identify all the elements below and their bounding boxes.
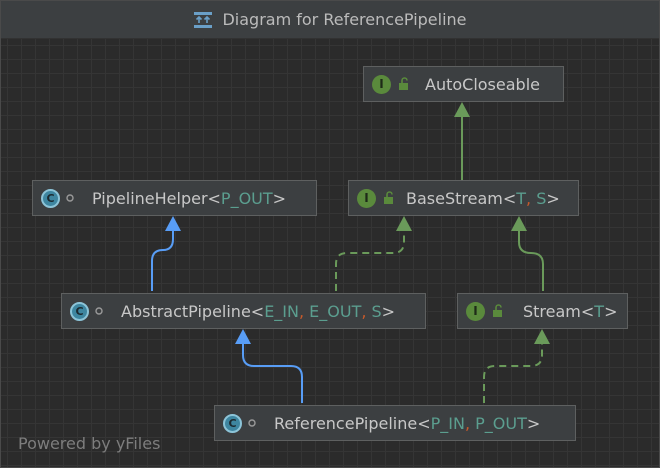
arrowhead-autocloseable bbox=[454, 102, 470, 117]
diagram-icon bbox=[194, 11, 213, 28]
edge-referencepipeline-abstractpipeline bbox=[242, 342, 303, 403]
window-title: Diagram for ReferencePipeline bbox=[222, 10, 467, 29]
edge-abstractpipeline-pipelinehelper bbox=[151, 229, 174, 291]
arrowhead-basestream-right bbox=[511, 216, 527, 231]
node-name: PipelineHelper<P_OUT> bbox=[92, 188, 287, 208]
diagram-canvas[interactable]: I AutoCloseable I BaseStream<T, S> C Pip… bbox=[1, 39, 659, 467]
node-referencepipeline[interactable]: C ReferencePipeline<P_IN, P_OUT> bbox=[214, 405, 576, 441]
package-private-icon bbox=[248, 419, 256, 427]
title-bar: Diagram for ReferencePipeline bbox=[1, 1, 659, 39]
public-unlock-icon bbox=[493, 304, 502, 317]
node-stream[interactable]: I Stream<T> bbox=[457, 293, 628, 329]
node-name: AbstractPipeline<E_IN, E_OUT, S> bbox=[121, 301, 396, 321]
node-basestream[interactable]: I BaseStream<T, S> bbox=[348, 180, 579, 216]
edge-abstractpipeline-basestream bbox=[335, 229, 405, 291]
node-name: BaseStream<T, S> bbox=[406, 188, 560, 208]
arrowhead-basestream-left bbox=[396, 216, 412, 231]
arrowhead-stream bbox=[534, 329, 550, 344]
package-private-icon bbox=[95, 307, 103, 315]
node-autocloseable[interactable]: I AutoCloseable bbox=[363, 66, 564, 102]
node-pipelinehelper[interactable]: C PipelineHelper<P_OUT> bbox=[32, 180, 317, 216]
interface-icon: I bbox=[466, 301, 485, 321]
edge-stream-basestream bbox=[518, 229, 544, 291]
diagram-window: Diagram for ReferencePipeline I AutoClos… bbox=[0, 0, 660, 468]
node-name: AutoCloseable bbox=[425, 74, 540, 94]
node-name: ReferencePipeline<P_IN, P_OUT> bbox=[274, 413, 541, 433]
node-abstractpipeline[interactable]: C AbstractPipeline<E_IN, E_OUT, S> bbox=[61, 293, 426, 329]
class-icon: C bbox=[70, 301, 89, 321]
powered-by-label: Powered by yFiles bbox=[18, 434, 161, 453]
class-icon: C bbox=[41, 188, 60, 208]
node-name: Stream<T> bbox=[523, 301, 618, 321]
interface-icon: I bbox=[357, 188, 376, 208]
public-unlock-icon bbox=[384, 191, 393, 204]
edge-referencepipeline-stream bbox=[483, 342, 543, 403]
package-private-icon bbox=[66, 194, 74, 202]
public-unlock-icon bbox=[399, 77, 408, 90]
edges-layer bbox=[151, 102, 550, 403]
class-icon: C bbox=[223, 413, 242, 433]
interface-icon: I bbox=[372, 74, 391, 94]
arrowhead-abstractpipeline bbox=[235, 329, 251, 344]
arrowhead-pipelinehelper bbox=[165, 216, 181, 231]
